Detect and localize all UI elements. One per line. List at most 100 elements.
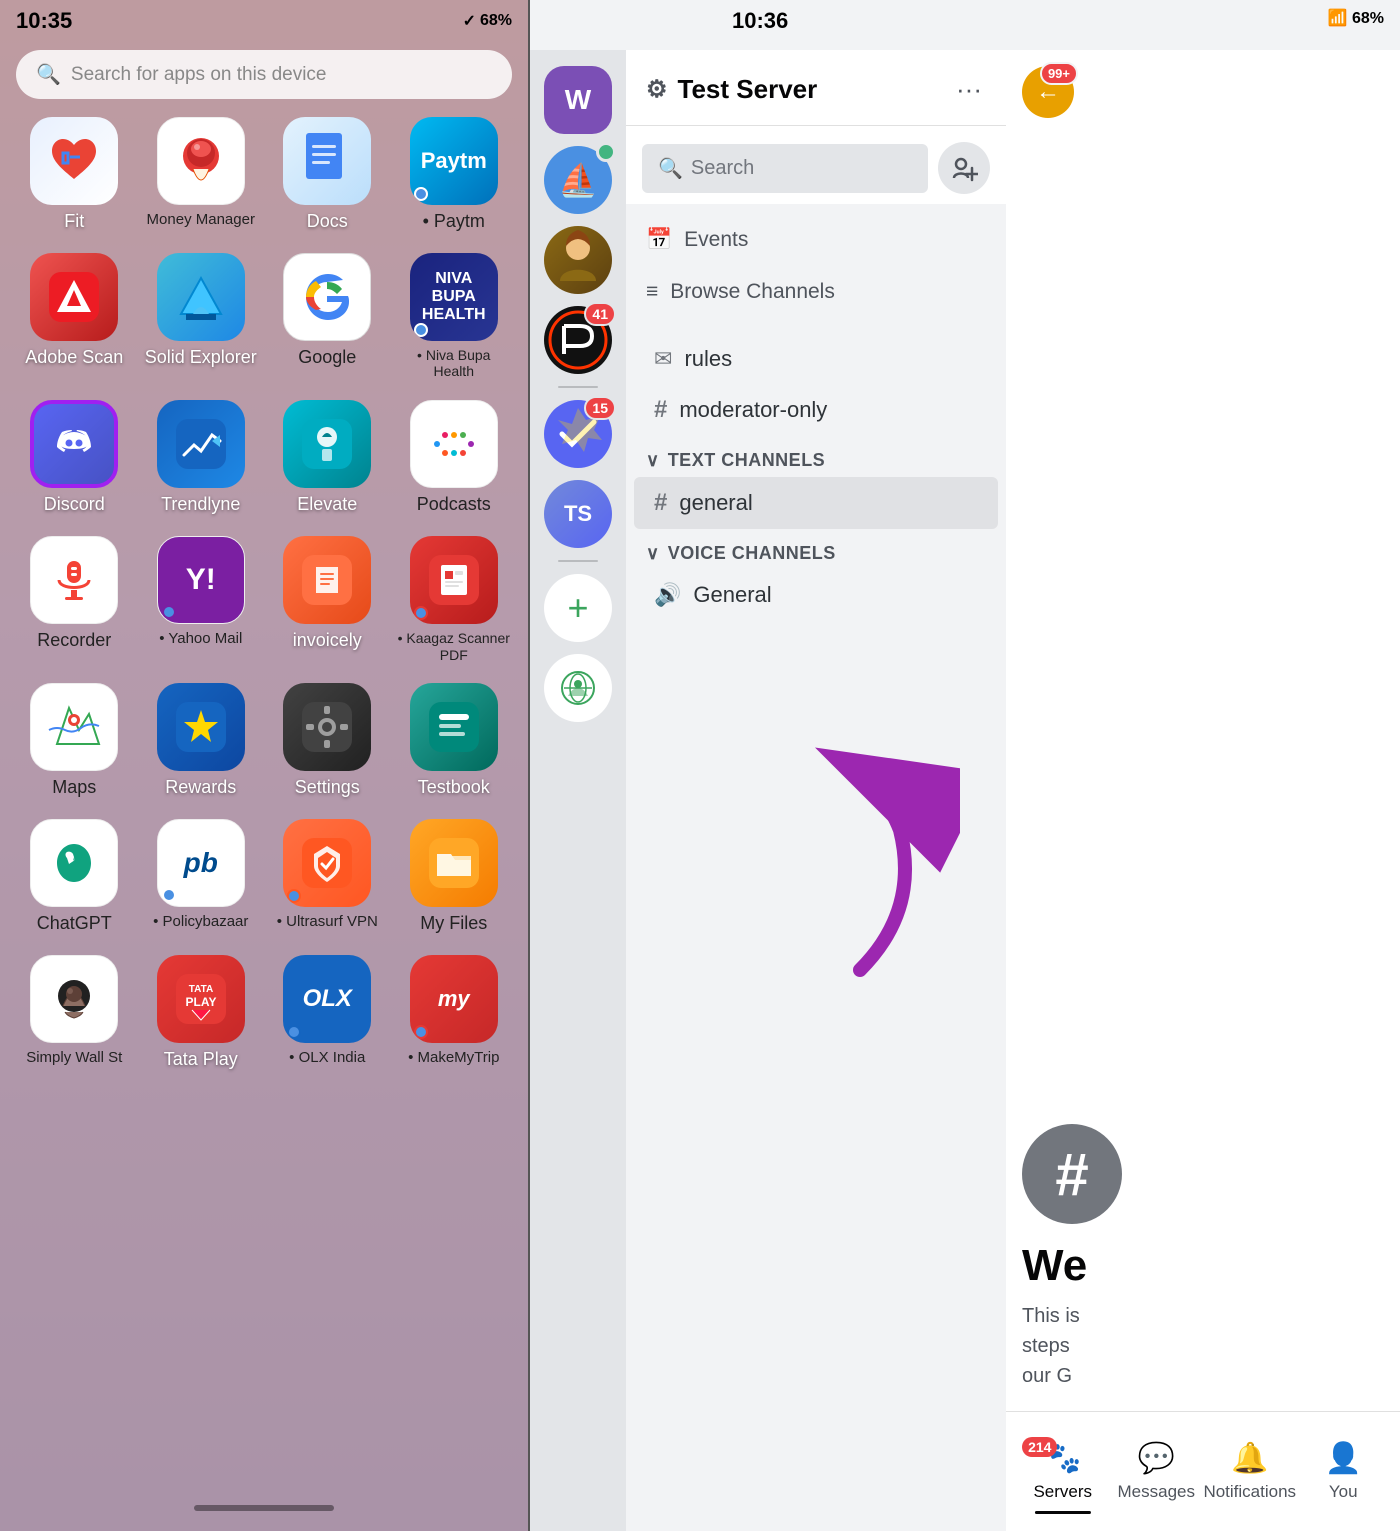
text-channels-header[interactable]: ∨ Text Channels <box>626 436 1006 477</box>
status-icons-right: 📶 68% <box>1328 8 1384 28</box>
app-item-tataplay[interactable]: TATA PLAY Tata Play <box>143 955 260 1071</box>
nav-item-messages[interactable]: 💬 Messages <box>1110 1441 1204 1502</box>
app-label-kaagaz: • Kaagaz Scanner PDF <box>396 630 513 664</box>
main-top-bar: ← 99+ <box>1006 50 1400 134</box>
events-item[interactable]: 📅 Events <box>626 214 1006 266</box>
app-item-myfiles[interactable]: My Files <box>396 819 513 935</box>
you-nav-label: You <box>1329 1482 1358 1502</box>
channel-name-moderator: moderator-only <box>679 397 827 423</box>
nav-item-you[interactable]: 👤 You <box>1297 1441 1391 1502</box>
app-item-testbook[interactable]: Testbook <box>396 683 513 799</box>
server-icon-p[interactable]: 41 <box>544 306 612 374</box>
app-item-recorder[interactable]: Recorder <box>16 536 133 664</box>
server-icon-w[interactable]: W <box>544 66 612 134</box>
voice-channels-header[interactable]: ∨ Voice Channels <box>626 529 1006 570</box>
app-item-google[interactable]: Google <box>269 253 386 381</box>
app-item-chatgpt[interactable]: ChatGPT <box>16 819 133 935</box>
app-item-invoicely[interactable]: invoicely <box>269 536 386 664</box>
app-search-container: 🔍 Search for apps on this device <box>0 42 528 107</box>
app-search-bar[interactable]: 🔍 Search for apps on this device <box>16 50 512 99</box>
server-icon-check[interactable]: 15 <box>544 400 612 468</box>
app-item-rewards[interactable]: Rewards <box>143 683 260 799</box>
channel-item-voice-general[interactable]: 🔊 General <box>634 570 998 620</box>
app-item-makemytrip[interactable]: my • MakeMyTrip <box>396 955 513 1071</box>
app-label-olx: • OLX India <box>289 1049 365 1067</box>
app-icon-elevate <box>283 400 371 488</box>
server-divider <box>558 386 598 388</box>
channel-item-moderator[interactable]: # moderator-only <box>634 384 998 436</box>
plus-icon: + <box>567 587 588 629</box>
channel-name-general: general <box>679 490 752 516</box>
channel-search-box[interactable]: 🔍 Search <box>642 144 928 193</box>
app-item-solid-explorer[interactable]: Solid Explorer <box>143 253 260 381</box>
app-item-adobe-scan[interactable]: Adobe Scan <box>16 253 133 381</box>
discover-servers-button[interactable] <box>544 654 612 722</box>
check-icon: ✓ <box>463 11 476 31</box>
app-label-money-manager: Money Manager <box>147 211 255 229</box>
app-label-fit: Fit <box>64 211 84 233</box>
nav-item-servers[interactable]: 🐾 214 Servers <box>1016 1441 1110 1502</box>
app-icon-maps <box>30 683 118 771</box>
app-label-podcasts: Podcasts <box>417 494 491 516</box>
app-item-kaagaz[interactable]: • Kaagaz Scanner PDF <box>396 536 513 664</box>
server-icon-jesus[interactable] <box>544 226 612 294</box>
events-label: Events <box>684 228 748 252</box>
app-icon-google <box>283 253 371 341</box>
app-label-invoicely: invoicely <box>293 630 362 652</box>
status-bar-right: 10:36 📶 68% <box>626 0 1400 16</box>
app-label-recorder: Recorder <box>37 630 111 652</box>
app-icon-trendlyne <box>157 400 245 488</box>
app-item-yahoo-mail[interactable]: Y! • Yahoo Mail <box>143 536 260 664</box>
browse-channels-item[interactable]: ≡ Browse Channels <box>626 266 1006 318</box>
nav-item-notifications[interactable]: 🔔 Notifications <box>1203 1441 1297 1502</box>
app-item-niva-bupa[interactable]: NIVA BUPA HEALTH • Niva Bupa Health <box>396 253 513 381</box>
speaker-icon: 🔊 <box>654 582 681 608</box>
app-item-olx[interactable]: OLX • OLX India <box>269 955 386 1071</box>
channel-item-rules[interactable]: ✉ rules <box>634 334 998 384</box>
server-divider-2 <box>558 560 598 562</box>
app-icon-chatgpt <box>30 819 118 907</box>
more-options-button[interactable]: ··· <box>952 70 986 109</box>
app-item-elevate[interactable]: Elevate <box>269 400 386 516</box>
text-channels-label: Text Channels <box>668 450 826 471</box>
bottom-navigation: 🐾 214 Servers 💬 Messages 🔔 Notifications… <box>1006 1411 1400 1531</box>
server-name: Test Server <box>678 74 818 105</box>
server-header: ⚙ Test Server ··· <box>626 50 1006 126</box>
app-item-settings[interactable]: Settings <box>269 683 386 799</box>
envelope-icon: ✉ <box>654 346 672 372</box>
server-icon-ts[interactable]: TS <box>544 480 612 548</box>
add-server-button[interactable]: + <box>544 574 612 642</box>
right-panel: 10:36 📶 68% W ⛵ 41 <box>530 0 1400 1531</box>
server-icon-sailboat[interactable]: ⛵ <box>544 146 612 214</box>
app-item-policybazaar[interactable]: pb • Policybazaar <box>143 819 260 935</box>
app-icon-recorder <box>30 536 118 624</box>
app-item-paytm[interactable]: Paytm • Paytm <box>396 117 513 233</box>
app-item-discord[interactable]: Discord <box>16 400 133 516</box>
main-content-area: ← 99+ # We This is steps our G 🐾 214 Ser… <box>1006 50 1400 1531</box>
channel-name-voice-general: General <box>693 582 771 608</box>
app-item-money-manager[interactable]: Money Manager <box>143 117 260 233</box>
app-label-yahoo-mail: • Yahoo Mail <box>159 630 242 648</box>
channel-name-rules: rules <box>684 346 732 372</box>
app-item-ultrasurf[interactable]: • Ultrasurf VPN <box>269 819 386 935</box>
app-icon-paytm: Paytm <box>410 117 498 205</box>
messages-nav-label: Messages <box>1118 1482 1195 1502</box>
app-item-maps[interactable]: Maps <box>16 683 133 799</box>
channel-hash-large: # <box>1022 1124 1122 1224</box>
app-item-docs[interactable]: Docs <box>269 117 386 233</box>
app-icon-tataplay: TATA PLAY <box>157 955 245 1043</box>
app-item-simplywall[interactable]: Simply Wall St <box>16 955 133 1071</box>
app-item-podcasts[interactable]: Podcasts <box>396 400 513 516</box>
app-icon-settings <box>283 683 371 771</box>
you-nav-icon: 👤 <box>1325 1441 1362 1476</box>
server-badge-check: 15 <box>584 396 616 420</box>
add-member-button[interactable] <box>938 142 990 194</box>
channel-item-general[interactable]: # general <box>634 477 998 529</box>
app-icon-rewards <box>157 683 245 771</box>
app-icon-solid-explorer <box>157 253 245 341</box>
app-item-trendlyne[interactable]: Trendlyne <box>143 400 260 516</box>
app-item-fit[interactable]: Fit <box>16 117 133 233</box>
home-indicator-left <box>194 1505 334 1511</box>
app-icon-discord <box>30 400 118 488</box>
back-button[interactable]: ← 99+ <box>1022 66 1074 118</box>
